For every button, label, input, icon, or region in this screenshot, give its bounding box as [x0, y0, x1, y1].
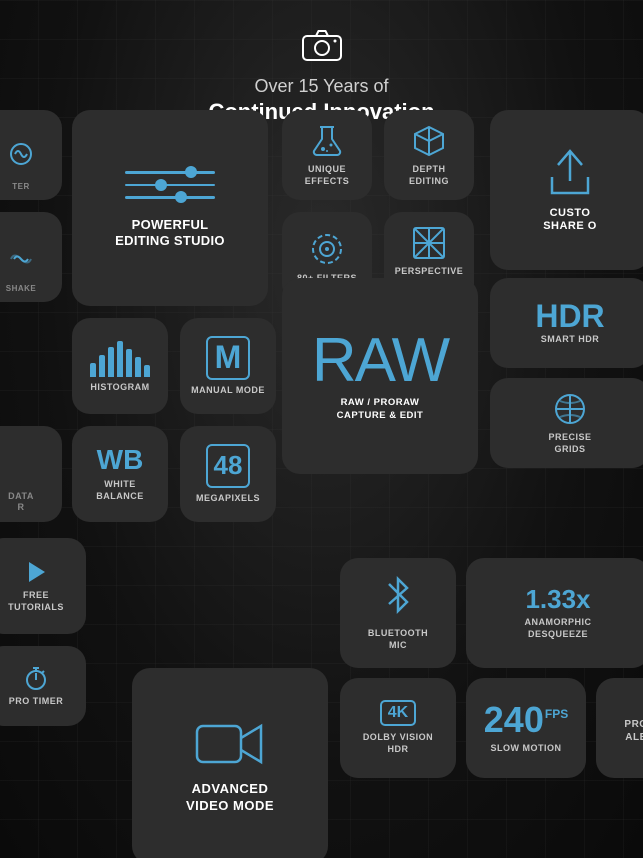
precise-grids-label: PRECISEGRIDS [548, 432, 591, 455]
filters-icon [308, 230, 346, 268]
histogram-label: HISTOGRAM [90, 382, 149, 394]
header-subtitle: Over 15 Years of [20, 75, 623, 98]
raw-label: RAW / PRORAWCAPTURE & EDIT [337, 397, 424, 422]
tile-custom-share: CUSTOSHARE O [490, 110, 643, 270]
white-balance-text: WB [97, 446, 144, 474]
tile-anamorphic: 1.33x ANAMORPHICDESQUEEZE [466, 558, 643, 668]
manual-mode-label: MANUAL MODE [191, 385, 265, 397]
data-r-label: DATAR [8, 491, 34, 514]
manual-mode-letter: M [206, 336, 250, 380]
pro-timer-label: PRO TIMER [9, 696, 64, 708]
tile-hdr: HDR SMART HDR [490, 278, 643, 368]
cube-icon [411, 123, 447, 159]
shake-label: SHAKE [6, 284, 37, 294]
tile-shake: SHAKE [0, 212, 62, 302]
ter-label: TER [12, 182, 30, 192]
advanced-video-label: ADVANCEDVIDEO MODE [186, 781, 274, 815]
camera-icon [20, 28, 623, 67]
share-icon [544, 147, 596, 199]
timer-icon [23, 665, 49, 691]
unique-effects-label: UNIQUEEFFECTS [305, 164, 350, 187]
custom-share-label: CUSTOSHARE O [543, 207, 597, 233]
tile-bluetooth-mic: BLUETOOTHMIC [340, 558, 456, 668]
dolby-vision-label: DOLBY VISIONHDR [363, 732, 433, 755]
megapixels-number: 48 [206, 444, 250, 488]
hdr-label: SMART HDR [541, 334, 600, 346]
tile-white-balance: WB WHITEBALANCE [72, 426, 168, 522]
pro-alert-label: PROALE [624, 718, 643, 744]
editing-studio-label: POWERFULEDITING STUDIO [115, 217, 225, 250]
tile-dolby-vision: 4K DOLBY VISIONHDR [340, 678, 456, 778]
tile-raw: RAW RAW / PRORAWCAPTURE & EDIT [282, 278, 478, 474]
tile-editing-studio: POWERFULEDITING STUDIO [72, 110, 268, 306]
slow-motion-number: 240 [484, 702, 544, 738]
bluetooth-mic-label: BLUETOOTHMIC [368, 628, 428, 651]
tile-slow-motion: 240 FPS SLOW MOTION [466, 678, 586, 778]
tile-unique-effects: UNIQUEEFFECTS [282, 110, 372, 200]
histogram-bars [90, 339, 150, 377]
play-icon [23, 559, 49, 585]
tile-free-tutorials: FREETUTORIALS [0, 538, 86, 634]
4k-label: 4K [380, 700, 416, 726]
sliders-icon [125, 167, 215, 203]
tile-depth-editing: DEPTHEDITING [384, 110, 474, 200]
free-tutorials-label: FREETUTORIALS [8, 590, 64, 613]
anamorphic-label: ANAMORPHICDESQUEEZE [525, 617, 592, 640]
fps-label: FPS [545, 708, 568, 720]
raw-text: RAW [312, 330, 448, 392]
megapixels-label: MEGAPIXELS [196, 493, 260, 505]
tile-advanced-video: ADVANCEDVIDEO MODE [132, 668, 328, 858]
tile-precise-grids: PRECISEGRIDS [490, 378, 643, 468]
bluetooth-icon [383, 574, 413, 623]
tile-pro-timer: PRO TIMER [0, 646, 86, 726]
white-balance-label: WHITEBALANCE [96, 479, 144, 502]
grid-area: TER SHAKE [0, 108, 643, 858]
video-icon [195, 718, 265, 773]
tile-data-r: DATAR [0, 426, 62, 522]
page-container: Over 15 Years of Continued Innovation TE… [0, 0, 643, 858]
perspective-icon [411, 225, 447, 261]
anamorphic-multiplier: 1.33x [525, 586, 590, 612]
hdr-text: HDR [535, 300, 604, 332]
tile-manual-mode: M MANUAL MODE [180, 318, 276, 414]
depth-editing-label: DEPTHEDITING [409, 164, 449, 187]
tile-histogram: HISTOGRAM [72, 318, 168, 414]
tile-pro-alert: PROALE [596, 678, 643, 778]
grids-icon [552, 391, 588, 427]
tile-ter-filter: TER [0, 110, 62, 200]
flask-icon [309, 123, 345, 159]
tile-megapixels: 48 MEGAPIXELS [180, 426, 276, 522]
slow-motion-label: SLOW MOTION [491, 743, 562, 755]
